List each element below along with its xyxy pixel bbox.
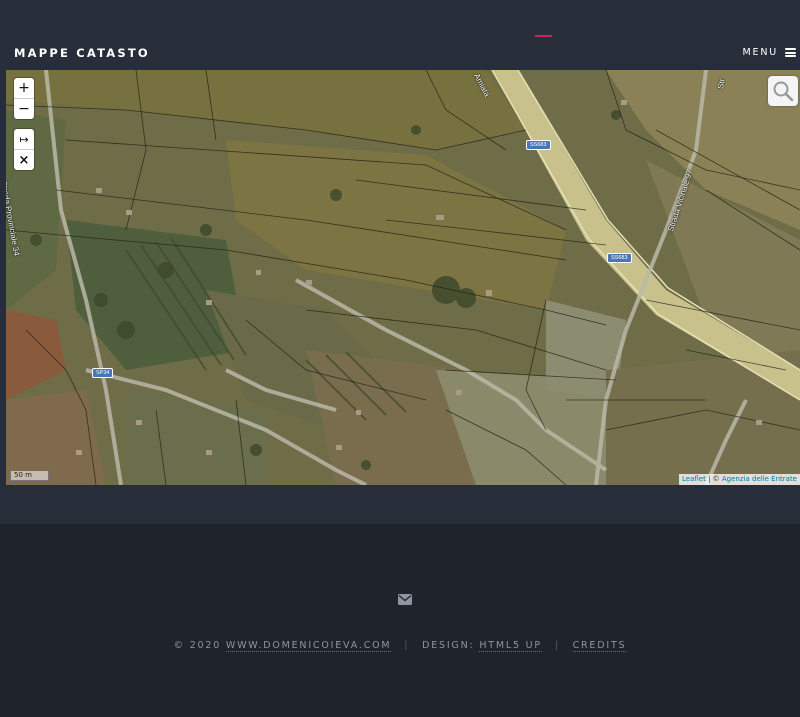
menu-button[interactable]: MENU — [743, 47, 796, 58]
road-label-str: Str — [716, 77, 727, 90]
hamburger-icon[interactable] — [785, 48, 796, 57]
satellite-imagery[interactable] — [6, 70, 800, 485]
measure-control: ↦ × — [14, 129, 34, 170]
envelope-icon[interactable] — [398, 594, 412, 605]
design-link[interactable]: HTML5 UP — [479, 640, 542, 652]
footer-separator: | — [554, 640, 560, 651]
accent-line — [535, 35, 552, 37]
attribution-separator: | © — [705, 475, 722, 483]
measure-icon[interactable]: ↦ — [14, 129, 34, 149]
search-button[interactable] — [768, 76, 798, 106]
search-icon[interactable] — [772, 80, 794, 102]
zoom-in-button[interactable]: + — [14, 78, 34, 98]
copyright-text: © 2020 — [173, 640, 222, 651]
road-shield-sp34: SP34 — [92, 368, 114, 378]
map-section: Strada Provinciale 34 Strada Vicinale 97… — [0, 70, 800, 524]
leaflet-link[interactable]: Leaflet — [682, 475, 706, 483]
footer-copyright: © 2020 WWW.DOMENICOIEVA.COM | DESIGN: HT… — [0, 640, 800, 652]
scale-bar: 50 m — [10, 471, 49, 481]
zoom-out-button[interactable]: − — [14, 98, 34, 119]
map-attribution: Leaflet | © Agenzia delle Entrate — [679, 474, 800, 485]
footer-separator: | — [404, 640, 410, 651]
road-shield-ss683-top: SS683 — [526, 140, 551, 150]
menu-label[interactable]: MENU — [743, 47, 778, 58]
road-shield-ss683-mid: SS683 — [607, 253, 632, 263]
site-title[interactable]: MAPPE CATASTO — [14, 46, 150, 60]
site-link[interactable]: WWW.DOMENICOIEVA.COM — [225, 640, 392, 652]
zoom-control: + − — [14, 78, 34, 119]
design-label: DESIGN: — [422, 640, 475, 651]
close-icon[interactable]: × — [14, 149, 34, 170]
cadastral-map[interactable]: Strada Provinciale 34 Strada Vicinale 97… — [6, 70, 800, 485]
attribution-source-link[interactable]: Agenzia delle Entrate — [722, 475, 797, 483]
credits-link[interactable]: CREDITS — [572, 640, 627, 652]
